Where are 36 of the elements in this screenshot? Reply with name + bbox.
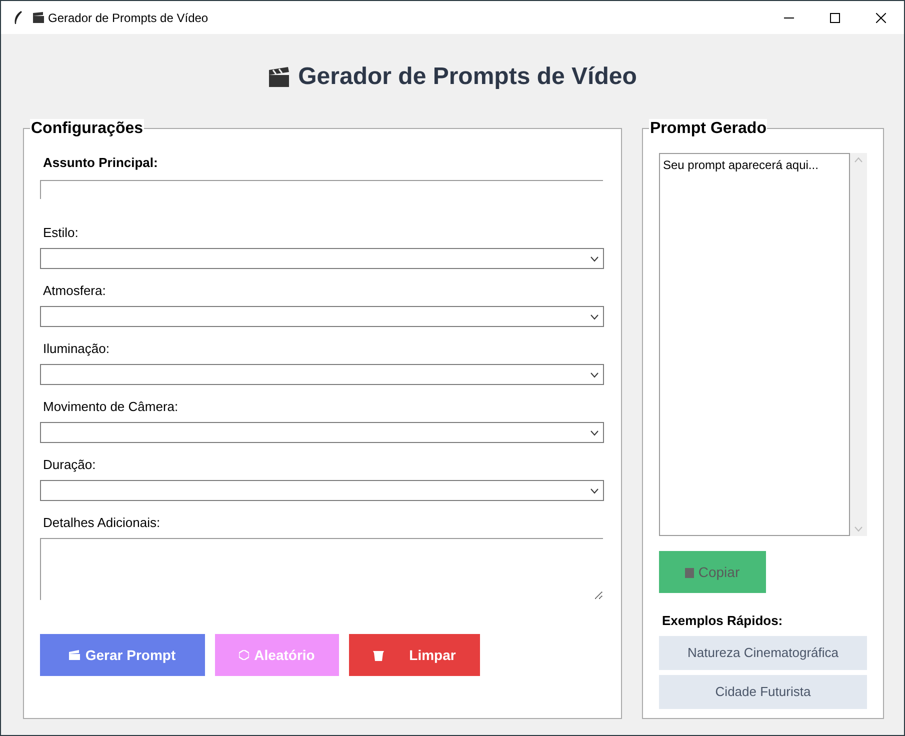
chevron-down-icon[interactable]	[590, 256, 599, 262]
panel-title: Configurações	[30, 119, 144, 139]
field-label: Detalhes Adicionais:	[43, 515, 162, 531]
dropdown[interactable]	[40, 480, 604, 501]
panel-title: Prompt Gerado	[649, 119, 768, 139]
action-button[interactable]: Limpar	[349, 634, 480, 676]
die-icon	[239, 650, 250, 660]
clapper-icon	[33, 12, 44, 23]
chevron-down-icon[interactable]	[590, 314, 599, 320]
action-button[interactable]: Gerar Prompt	[40, 634, 205, 676]
app-title: Gerador de Prompts de Vídeo	[298, 62, 637, 92]
field-label: Movimento de Câmera:	[43, 399, 180, 415]
close-icon	[876, 12, 886, 22]
clapper-icon	[268, 66, 290, 86]
field-label: Duração:	[43, 457, 97, 473]
field-label: Estilo:	[43, 225, 80, 241]
example-button[interactable]: Cidade Futurista	[659, 674, 867, 708]
field-label: Assunto Principal:	[43, 155, 159, 171]
chevron-down-icon[interactable]	[590, 372, 599, 378]
field-label: Iluminação:	[43, 341, 110, 357]
clapper-icon	[69, 650, 80, 660]
window-title: Gerador de Prompts de Vídeo	[48, 10, 208, 26]
examples-title: Exemplos Rápidos:	[662, 612, 784, 630]
prompt-output[interactable]: Seu prompt aparecerá aqui...	[659, 153, 850, 536]
field-label: Atmosfera:	[43, 283, 107, 299]
dropdown[interactable]	[40, 306, 604, 327]
maximize-icon	[830, 12, 840, 22]
feather-icon	[13, 10, 23, 24]
chevron-down-icon[interactable]	[590, 488, 599, 494]
bin-icon	[373, 650, 384, 660]
dropdown[interactable]	[40, 422, 604, 443]
chevron-down-icon[interactable]	[590, 430, 599, 436]
example-button[interactable]: Natureza Cinematográfica	[659, 636, 867, 670]
clipboard-icon	[685, 566, 694, 578]
dropdown[interactable]	[40, 248, 604, 269]
dropdown[interactable]	[40, 364, 604, 385]
